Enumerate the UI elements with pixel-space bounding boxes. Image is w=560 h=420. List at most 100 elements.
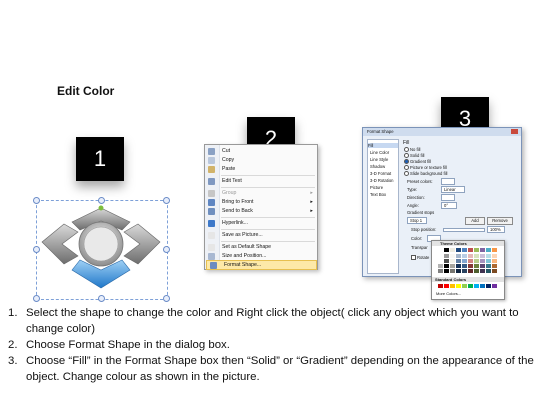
color-swatch[interactable] <box>480 248 485 252</box>
category-fill[interactable]: Fill <box>368 143 398 148</box>
color-swatch[interactable] <box>492 284 497 288</box>
menu-item-save-as-picture[interactable]: Save as Picture... <box>205 231 317 240</box>
color-swatch[interactable] <box>492 248 497 252</box>
category-text-box[interactable]: Text Box <box>370 192 386 197</box>
color-swatch[interactable] <box>438 284 443 288</box>
color-swatch[interactable] <box>438 259 443 263</box>
color-swatch[interactable] <box>492 259 497 263</box>
color-swatch[interactable] <box>450 284 455 288</box>
category-3d-rotation[interactable]: 3-D Rotation <box>370 178 394 183</box>
color-swatch[interactable] <box>486 254 491 258</box>
resize-handle[interactable] <box>33 295 40 302</box>
resize-handle[interactable] <box>98 295 105 302</box>
color-swatch[interactable] <box>474 254 479 258</box>
resize-handle[interactable] <box>163 246 170 253</box>
type-dropdown[interactable]: Linear <box>441 186 465 193</box>
menu-item-group[interactable]: Group ▸ <box>205 189 317 198</box>
color-swatch[interactable] <box>444 284 449 288</box>
color-swatch[interactable] <box>462 284 467 288</box>
color-swatch[interactable] <box>468 284 473 288</box>
menu-item-hyperlink[interactable]: Hyperlink... <box>205 219 317 228</box>
radio-solid-fill[interactable]: Solid fill <box>404 153 424 159</box>
color-swatch[interactable] <box>486 284 491 288</box>
color-swatch[interactable] <box>486 259 491 263</box>
menu-item-copy[interactable]: Copy <box>205 156 317 165</box>
menu-item-paste[interactable]: Paste <box>205 165 317 174</box>
category-3d-format[interactable]: 3-D Format <box>370 171 391 176</box>
rotate-checkbox[interactable]: Rotate <box>411 255 429 261</box>
color-swatch[interactable] <box>456 248 461 252</box>
preset-colors-dropdown[interactable] <box>441 178 455 185</box>
color-swatch[interactable] <box>462 248 467 252</box>
color-swatch[interactable] <box>486 269 491 273</box>
color-swatch[interactable] <box>456 269 461 273</box>
color-swatch[interactable] <box>468 254 473 258</box>
color-swatch[interactable] <box>444 264 449 268</box>
color-swatch[interactable] <box>492 264 497 268</box>
color-swatch[interactable] <box>450 269 455 273</box>
color-swatch[interactable] <box>480 269 485 273</box>
radio-slide-background-fill[interactable]: Slide background fill <box>404 171 447 177</box>
color-swatch[interactable] <box>456 264 461 268</box>
color-swatch[interactable] <box>462 264 467 268</box>
more-colors-link[interactable]: More Colors... <box>436 291 461 296</box>
color-swatch[interactable] <box>444 259 449 263</box>
color-swatch[interactable] <box>486 248 491 252</box>
color-swatch[interactable] <box>480 254 485 258</box>
color-swatch[interactable] <box>438 248 443 252</box>
color-swatch[interactable] <box>450 248 455 252</box>
category-shadow[interactable]: Shadow <box>370 164 385 169</box>
color-swatch[interactable] <box>462 269 467 273</box>
menu-item-send-to-back[interactable]: Send to Back ▸ <box>205 207 317 216</box>
color-swatch[interactable] <box>444 248 449 252</box>
category-line-color[interactable]: Line Color <box>370 150 389 155</box>
color-swatch[interactable] <box>468 248 473 252</box>
stop-position-input[interactable]: 100% <box>487 226 505 233</box>
remove-stop-button[interactable]: Remove <box>487 217 513 225</box>
color-swatch[interactable] <box>486 264 491 268</box>
color-swatch[interactable] <box>474 259 479 263</box>
color-swatch[interactable] <box>492 254 497 258</box>
angle-input[interactable]: 0° <box>441 202 457 209</box>
color-swatch[interactable] <box>450 259 455 263</box>
color-swatch[interactable] <box>456 284 461 288</box>
color-swatch[interactable] <box>438 269 443 273</box>
close-icon[interactable] <box>511 129 518 134</box>
radio-no-fill[interactable]: No fill <box>404 147 420 153</box>
color-swatch[interactable] <box>480 284 485 288</box>
resize-handle[interactable] <box>98 197 105 204</box>
color-swatch[interactable] <box>468 259 473 263</box>
radio-gradient-fill[interactable]: Gradient fill <box>404 159 431 165</box>
color-swatch[interactable] <box>450 254 455 258</box>
color-swatch[interactable] <box>474 269 479 273</box>
menu-item-edit-text[interactable]: Edit Text <box>205 177 317 186</box>
resize-handle[interactable] <box>163 295 170 302</box>
arrow-shape-graphic[interactable] <box>34 190 168 300</box>
category-line-style[interactable]: Line Style <box>370 157 388 162</box>
color-swatch[interactable] <box>444 254 449 258</box>
direction-dropdown[interactable] <box>441 194 455 201</box>
color-swatch[interactable] <box>474 248 479 252</box>
color-swatch[interactable] <box>462 259 467 263</box>
color-swatch[interactable] <box>444 269 449 273</box>
color-swatch[interactable] <box>456 254 461 258</box>
menu-item-bring-to-front[interactable]: Bring to Front ▸ <box>205 198 317 207</box>
radio-picture-fill[interactable]: Picture or texture fill <box>404 165 447 171</box>
stop-position-slider[interactable] <box>443 228 485 232</box>
color-swatch[interactable] <box>438 264 443 268</box>
add-stop-button[interactable]: Add <box>465 217 485 225</box>
color-swatch[interactable] <box>462 254 467 258</box>
category-picture[interactable]: Picture <box>370 185 383 190</box>
stop-dropdown[interactable]: Stop 1 <box>407 217 427 224</box>
color-swatch[interactable] <box>468 269 473 273</box>
color-swatch[interactable] <box>480 259 485 263</box>
resize-handle[interactable] <box>33 197 40 204</box>
color-swatch[interactable] <box>474 284 479 288</box>
color-swatch[interactable] <box>474 264 479 268</box>
resize-handle[interactable] <box>33 246 40 253</box>
color-swatch[interactable] <box>480 264 485 268</box>
color-swatch[interactable] <box>456 259 461 263</box>
menu-item-format-shape[interactable]: Format Shape... <box>206 260 317 270</box>
color-swatch[interactable] <box>438 254 443 258</box>
color-swatch[interactable] <box>450 264 455 268</box>
